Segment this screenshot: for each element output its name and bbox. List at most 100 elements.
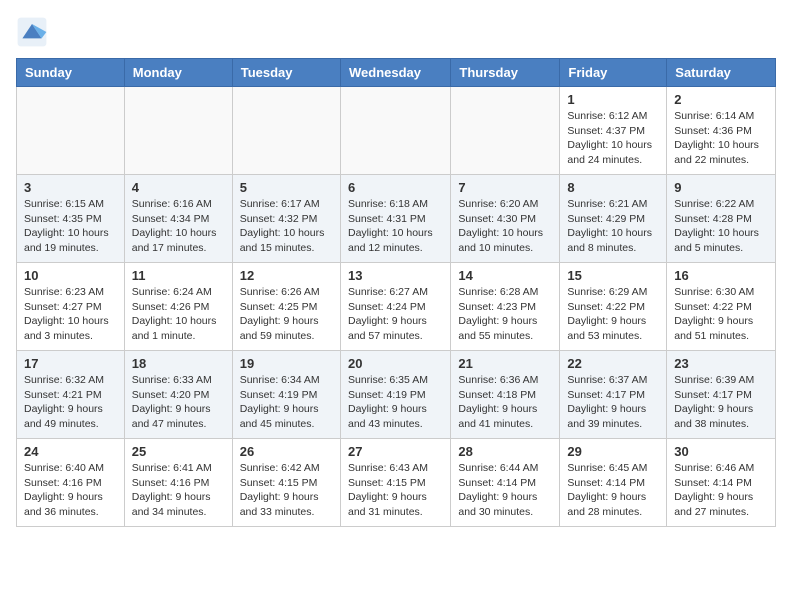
calendar-cell (451, 87, 560, 175)
calendar-cell: 15 Sunrise: 6:29 AMSunset: 4:22 PMDayligh… (560, 263, 667, 351)
day-number: 8 (567, 180, 659, 195)
calendar-cell: 7 Sunrise: 6:20 AMSunset: 4:30 PMDaylight… (451, 175, 560, 263)
day-info: Sunrise: 6:27 AMSunset: 4:24 PMDaylight:… (348, 285, 443, 344)
day-info: Sunrise: 6:43 AMSunset: 4:15 PMDaylight:… (348, 461, 443, 520)
day-info: Sunrise: 6:24 AMSunset: 4:26 PMDaylight:… (132, 285, 225, 344)
calendar-cell: 10 Sunrise: 6:23 AMSunset: 4:27 PMDayligh… (17, 263, 125, 351)
calendar-cell: 23Sunrise: 6:39 AMSunset: 4:17 PMDayligh… (667, 351, 776, 439)
day-number: 19 (240, 356, 333, 371)
calendar-cell: 20 Sunrise: 6:35 AMSunset: 4:19 PMDayligh… (340, 351, 450, 439)
day-number: 15 (567, 268, 659, 283)
day-info: Sunrise: 6:20 AMSunset: 4:30 PMDaylight:… (458, 197, 552, 256)
day-number: 28 (458, 444, 552, 459)
calendar-week-1: 1 Sunrise: 6:12 AMSunset: 4:37 PMDaylight… (17, 87, 776, 175)
day-header-monday: Monday (124, 59, 232, 87)
calendar-cell: 8 Sunrise: 6:21 AMSunset: 4:29 PMDaylight… (560, 175, 667, 263)
day-number: 25 (132, 444, 225, 459)
day-info: Sunrise: 6:35 AMSunset: 4:19 PMDaylight:… (348, 373, 443, 432)
calendar-cell (124, 87, 232, 175)
calendar-cell: 1 Sunrise: 6:12 AMSunset: 4:37 PMDaylight… (560, 87, 667, 175)
day-info: Sunrise: 6:41 AMSunset: 4:16 PMDaylight:… (132, 461, 225, 520)
day-number: 17 (24, 356, 117, 371)
day-number: 4 (132, 180, 225, 195)
day-info: Sunrise: 6:29 AMSunset: 4:22 PMDaylight:… (567, 285, 659, 344)
day-header-wednesday: Wednesday (340, 59, 450, 87)
day-info: Sunrise: 6:40 AMSunset: 4:16 PMDaylight:… (24, 461, 117, 520)
calendar-cell: 29Sunrise: 6:45 AMSunset: 4:14 PMDayligh… (560, 439, 667, 527)
calendar-cell (17, 87, 125, 175)
day-number: 27 (348, 444, 443, 459)
day-info: Sunrise: 6:21 AMSunset: 4:29 PMDaylight:… (567, 197, 659, 256)
calendar-cell: 22Sunrise: 6:37 AMSunset: 4:17 PMDayligh… (560, 351, 667, 439)
day-header-friday: Friday (560, 59, 667, 87)
calendar-cell: 24Sunrise: 6:40 AMSunset: 4:16 PMDayligh… (17, 439, 125, 527)
day-info: Sunrise: 6:46 AMSunset: 4:14 PMDaylight:… (674, 461, 768, 520)
calendar-cell: 2 Sunrise: 6:14 AMSunset: 4:36 PMDaylight… (667, 87, 776, 175)
calendar-cell: 12 Sunrise: 6:26 AMSunset: 4:25 PMDayligh… (232, 263, 340, 351)
day-info: Sunrise: 6:26 AMSunset: 4:25 PMDaylight:… (240, 285, 333, 344)
calendar-cell (340, 87, 450, 175)
day-number: 21 (458, 356, 552, 371)
day-header-sunday: Sunday (17, 59, 125, 87)
day-info: Sunrise: 6:45 AMSunset: 4:14 PMDaylight:… (567, 461, 659, 520)
day-number: 18 (132, 356, 225, 371)
calendar-cell: 28 Sunrise: 6:44 AMSunset: 4:14 PMDayligh… (451, 439, 560, 527)
day-info: Sunrise: 6:17 AMSunset: 4:32 PMDaylight:… (240, 197, 333, 256)
day-number: 10 (24, 268, 117, 283)
logo-icon (16, 16, 48, 48)
calendar-week-5: 24Sunrise: 6:40 AMSunset: 4:16 PMDayligh… (17, 439, 776, 527)
calendar-cell: 18 Sunrise: 6:33 AMSunset: 4:20 PMDayligh… (124, 351, 232, 439)
day-info: Sunrise: 6:28 AMSunset: 4:23 PMDaylight:… (458, 285, 552, 344)
day-number: 1 (567, 92, 659, 107)
day-number: 20 (348, 356, 443, 371)
day-info: Sunrise: 6:12 AMSunset: 4:37 PMDaylight:… (567, 109, 659, 168)
calendar-cell: 16Sunrise: 6:30 AMSunset: 4:22 PMDayligh… (667, 263, 776, 351)
calendar-cell: 3 Sunrise: 6:15 AMSunset: 4:35 PMDaylight… (17, 175, 125, 263)
calendar-header: SundayMondayTuesdayWednesdayThursdayFrid… (17, 59, 776, 87)
day-info: Sunrise: 6:44 AMSunset: 4:14 PMDaylight:… (458, 461, 552, 520)
calendar-cell: 9 Sunrise: 6:22 AMSunset: 4:28 PMDaylight… (667, 175, 776, 263)
calendar-cell: 6Sunrise: 6:18 AMSunset: 4:31 PMDaylight… (340, 175, 450, 263)
calendar-cell: 30 Sunrise: 6:46 AMSunset: 4:14 PMDayligh… (667, 439, 776, 527)
day-number: 11 (132, 268, 225, 283)
day-header-thursday: Thursday (451, 59, 560, 87)
day-info: Sunrise: 6:32 AMSunset: 4:21 PMDaylight:… (24, 373, 117, 432)
calendar-week-4: 17 Sunrise: 6:32 AMSunset: 4:21 PMDayligh… (17, 351, 776, 439)
day-number: 26 (240, 444, 333, 459)
calendar-cell: 19 Sunrise: 6:34 AMSunset: 4:19 PMDayligh… (232, 351, 340, 439)
day-info: Sunrise: 6:23 AMSunset: 4:27 PMDaylight:… (24, 285, 117, 344)
day-number: 3 (24, 180, 117, 195)
calendar-cell: 27 Sunrise: 6:43 AMSunset: 4:15 PMDayligh… (340, 439, 450, 527)
day-number: 22 (567, 356, 659, 371)
day-number: 2 (674, 92, 768, 107)
calendar-cell: 17 Sunrise: 6:32 AMSunset: 4:21 PMDayligh… (17, 351, 125, 439)
day-number: 13 (348, 268, 443, 283)
calendar-cell (232, 87, 340, 175)
calendar-cell: 11 Sunrise: 6:24 AMSunset: 4:26 PMDayligh… (124, 263, 232, 351)
calendar-week-3: 10 Sunrise: 6:23 AMSunset: 4:27 PMDayligh… (17, 263, 776, 351)
day-info: Sunrise: 6:30 AMSunset: 4:22 PMDaylight:… (674, 285, 768, 344)
day-header-saturday: Saturday (667, 59, 776, 87)
day-number: 12 (240, 268, 333, 283)
calendar-cell: 14Sunrise: 6:28 AMSunset: 4:23 PMDayligh… (451, 263, 560, 351)
day-info: Sunrise: 6:16 AMSunset: 4:34 PMDaylight:… (132, 197, 225, 256)
day-info: Sunrise: 6:14 AMSunset: 4:36 PMDaylight:… (674, 109, 768, 168)
calendar-cell: 13 Sunrise: 6:27 AMSunset: 4:24 PMDayligh… (340, 263, 450, 351)
day-number: 23 (674, 356, 768, 371)
day-number: 9 (674, 180, 768, 195)
day-number: 5 (240, 180, 333, 195)
day-info: Sunrise: 6:15 AMSunset: 4:35 PMDaylight:… (24, 197, 117, 256)
day-number: 30 (674, 444, 768, 459)
day-info: Sunrise: 6:34 AMSunset: 4:19 PMDaylight:… (240, 373, 333, 432)
page-header (16, 16, 776, 48)
calendar-cell: 21Sunrise: 6:36 AMSunset: 4:18 PMDayligh… (451, 351, 560, 439)
day-number: 6 (348, 180, 443, 195)
calendar-cell: 25 Sunrise: 6:41 AMSunset: 4:16 PMDayligh… (124, 439, 232, 527)
calendar-table: SundayMondayTuesdayWednesdayThursdayFrid… (16, 58, 776, 527)
calendar-body: 1 Sunrise: 6:12 AMSunset: 4:37 PMDaylight… (17, 87, 776, 527)
day-number: 7 (458, 180, 552, 195)
calendar-week-2: 3 Sunrise: 6:15 AMSunset: 4:35 PMDaylight… (17, 175, 776, 263)
day-info: Sunrise: 6:33 AMSunset: 4:20 PMDaylight:… (132, 373, 225, 432)
day-header-tuesday: Tuesday (232, 59, 340, 87)
day-info: Sunrise: 6:22 AMSunset: 4:28 PMDaylight:… (674, 197, 768, 256)
